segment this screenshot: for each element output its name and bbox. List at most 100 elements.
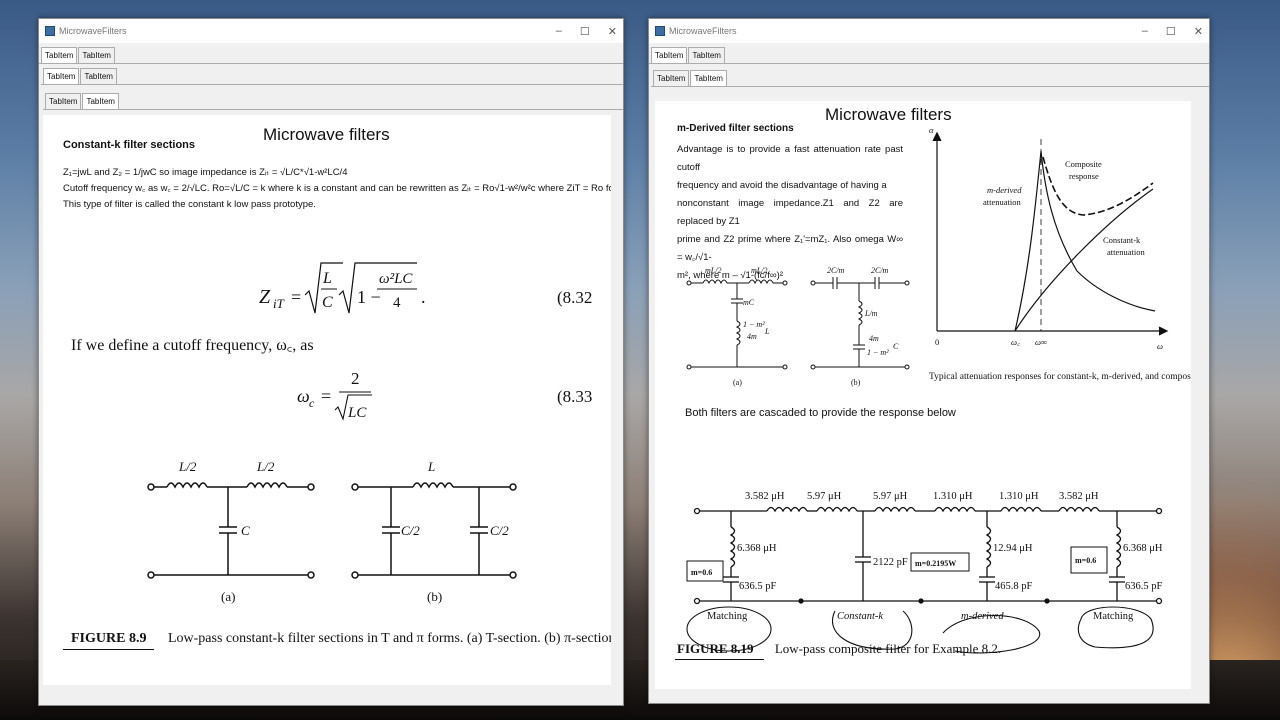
minimize-icon[interactable]: – [1142,25,1148,37]
figure-caption-text: Low-pass composite filter for Example 8.… [774,641,1002,656]
component-label: 6.368 μH [1123,543,1163,554]
svg-text:L: L [322,270,332,287]
close-icon[interactable]: ✕ [608,25,617,38]
component-label: 1.310 μH [999,491,1039,502]
app-icon [45,26,55,36]
composite-filter-circuit: 3.582 μH 5.97 μH 5.97 μH 1.310 μH 1.310 … [686,491,1163,654]
label: C [893,342,899,351]
svg-text:ω²LC: ω²LC [379,271,413,287]
right-titlebar[interactable]: MicrowaveFilters – ☐ ✕ [649,19,1209,43]
equation-number: (8.33 [557,387,592,406]
section-label: Constant-k [837,611,883,622]
svg-text:Z: Z [259,286,271,308]
component-label: 1.310 μH [933,491,973,502]
minimize-icon[interactable]: – [556,25,562,37]
label: 4m [869,334,879,343]
curve-label: attenuation [1107,247,1146,257]
left-content-pane: Microwave filters Constant-k filter sect… [43,115,611,685]
tab-item[interactable]: TabItem [43,68,80,84]
svg-text:1 −: 1 − [357,287,381,307]
page-title: Microwave filters [263,125,390,144]
svg-text:.: . [421,287,426,307]
section-label: Matching [707,611,748,622]
figure-label: FIGURE 8.19 [675,641,764,660]
subfigure-label-b: (b) [427,589,442,604]
graph-caption: Typical attenuation responses for consta… [929,371,1191,382]
svg-text:ω: ω [297,386,310,406]
label-l: L [427,459,435,474]
tab-item[interactable]: TabItem [80,68,117,84]
y-axis-label: α [929,125,934,135]
svg-text:2: 2 [351,369,360,388]
equation-number: (8.32 [557,288,592,307]
svg-text:LC: LC [347,405,367,421]
equation-8-33: ω c = 2 LC (8.33 [297,369,592,421]
svg-text:C: C [322,294,333,311]
curve-label: m-derived [987,185,1022,195]
body-line: nonconstant image impedance.Z1 and Z2 ar… [677,198,903,227]
tab-item[interactable]: TabItem [653,70,690,86]
figure-caption: FIGURE 8.9 Low-pass constant-k filter se… [63,631,611,650]
maximize-icon[interactable]: ☐ [1166,25,1176,38]
constant-k-circuits: L/2 L/2 C L C/2 C/2 (a) (b) [147,459,517,604]
label: L [764,327,770,336]
m-derived-circuits: mL/2 mL/2 mC 1 − m² 4m L 2C/m 2C/m L/m 4… [686,266,910,387]
figure-caption-text: Low-pass constant-k filter sections in T… [167,631,611,646]
label: mL/2 [751,266,767,275]
label: mL/2 [705,266,721,275]
label-c2: C/2 [490,523,509,538]
component-label: 465.8 pF [995,581,1033,592]
equation-8-32: Z iT = L C 1 − ω²LC 4 . (8.32 [259,262,592,314]
svg-text:c: c [309,396,315,410]
tab-strip-3: TabItem TabItem [43,85,623,110]
window-title: MicrowaveFilters [59,26,127,36]
label: 2C/m [827,266,845,275]
left-titlebar[interactable]: MicrowaveFilters – ☐ ✕ [39,19,623,43]
component-label: 636.5 pF [1125,581,1163,592]
label: 1 − m² [867,348,889,357]
figure-caption: FIGURE 8.19 Low-pass composite filter fo… [675,641,1002,660]
component-label: 636.5 pF [739,581,777,592]
svg-text:4: 4 [393,295,401,311]
section-heading: Constant-k filter sections [63,139,196,151]
curve-label: Composite [1065,159,1102,169]
left-window: MicrowaveFilters – ☐ ✕ TabItem TabItem T… [38,18,624,706]
body-line: Cutoff frequency w꜀ as w꜀ = 2/√LC. Ro=√L… [63,183,611,194]
x-axis-label: ω [1157,341,1163,351]
label-c2: C/2 [401,523,420,538]
tab-item[interactable]: TabItem [41,47,78,63]
figure-label: FIGURE 8.9 [63,631,155,650]
curve-label: attenuation [983,197,1022,207]
m-value-box: m=0.6 [691,568,712,577]
subfigure-label-a: (a) [221,589,235,604]
subfigure-label-b: (b) [851,378,861,387]
section-label: m-derived [961,611,1004,622]
body-line: Advantage is to provide a fast attenuati… [677,144,903,173]
svg-text:iT: iT [273,296,285,311]
label: 2C/m [871,266,889,275]
svg-text:=: = [321,386,331,406]
close-icon[interactable]: ✕ [1194,25,1203,38]
tab-strip-1: TabItem TabItem [649,43,1209,64]
m-value-box: m=0.2195W [915,559,956,568]
component-label: 5.97 μH [807,491,842,502]
tab-item[interactable]: TabItem [82,93,119,109]
maximize-icon[interactable]: ☐ [580,25,590,38]
body-text: Z₁=jwL and Z₂ = 1/jwC so image impedance… [63,165,611,213]
component-label: 2122 pF [873,557,908,568]
tab-item[interactable]: TabItem [651,47,688,63]
label: mC [743,298,755,307]
tab-item[interactable]: TabItem [78,47,115,63]
tab-item[interactable]: TabItem [690,70,727,86]
tab-strip-2: TabItem TabItem [41,64,623,85]
tab-strip-2: TabItem TabItem [651,64,1209,87]
label-l2: L/2 [178,459,197,474]
window-title: MicrowaveFilters [669,26,737,36]
tab-item[interactable]: TabItem [688,47,725,63]
m-value-box: m=0.6 [1075,556,1096,565]
tab-item[interactable]: TabItem [45,93,82,109]
right-window: MicrowaveFilters – ☐ ✕ TabItem TabItem T… [648,18,1210,704]
component-label: 6.368 μH [737,543,777,554]
subfigure-label-a: (a) [733,378,742,387]
component-label: 12.94 μH [993,543,1033,554]
